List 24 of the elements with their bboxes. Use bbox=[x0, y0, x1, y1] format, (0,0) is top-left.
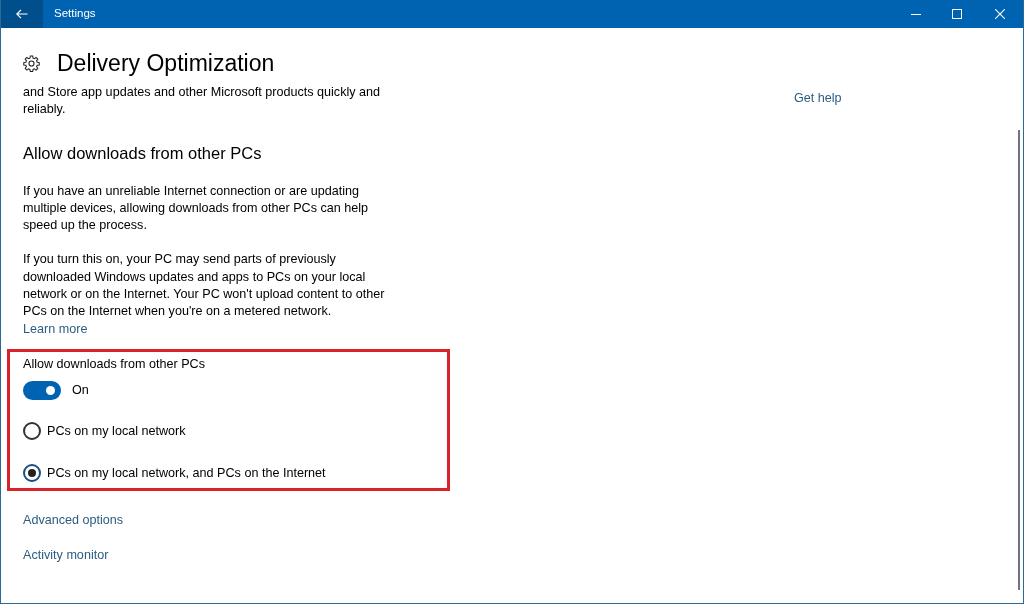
page-title: Delivery Optimization bbox=[57, 50, 275, 76]
radio-label: PCs on my local network, and PCs on the Internet bbox=[47, 464, 326, 482]
intro-text: and Store app updates and other Microsoft products quickly and reliably. bbox=[23, 84, 382, 119]
toggle-state-label: On bbox=[72, 382, 89, 400]
back-arrow-icon bbox=[16, 9, 28, 19]
setting-label: Allow downloads from other PCs bbox=[23, 355, 206, 373]
window-title: Settings bbox=[54, 6, 96, 22]
settings-link[interactable]: Activity monitor bbox=[23, 547, 109, 562]
toggle-switch[interactable] bbox=[23, 381, 61, 401]
paragraph-text: If you turn this on, your PC may send parts of previously downloaded Windows updates and apps to PCs on your local network or on the Internet. Your PC won't upload content to other PCs on the Internet when you're on a metered network. bbox=[23, 251, 386, 321]
section-heading: Allow downloads from other PCs bbox=[23, 142, 263, 164]
maximize-icon bbox=[951, 9, 962, 19]
learn-more-link[interactable]: Learn more bbox=[23, 321, 88, 336]
close-icon bbox=[995, 9, 1005, 19]
paragraph-text: If you have an unreliable Internet connection or are updating multiple devices, allowing downloads from other PCs can help speed up the process. bbox=[23, 182, 370, 235]
get-help-link[interactable]: Get help bbox=[794, 91, 842, 105]
settings-link[interactable]: Advanced options bbox=[23, 513, 124, 528]
minimize-icon bbox=[910, 13, 921, 15]
back-button[interactable] bbox=[1, 0, 43, 28]
radio-button[interactable] bbox=[23, 422, 41, 441]
radio-button[interactable] bbox=[23, 464, 41, 483]
scroll-bar[interactable] bbox=[1018, 130, 1020, 590]
settings-icon bbox=[23, 54, 40, 72]
radio-label: PCs on my local network bbox=[47, 422, 186, 440]
